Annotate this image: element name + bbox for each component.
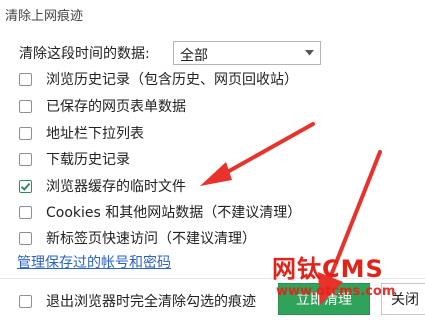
option-cache-files[interactable]: 浏览器缓存的临时文件 bbox=[19, 175, 186, 197]
option-checkbox[interactable] bbox=[19, 99, 32, 113]
footer-divider bbox=[0, 278, 425, 279]
option-form-data[interactable]: 已保存的网页表单数据 bbox=[19, 95, 186, 117]
manage-passwords-link[interactable]: 管理保存过的帐号和密码 bbox=[17, 252, 171, 272]
option-checkbox-checked[interactable] bbox=[19, 179, 32, 193]
option-label: 已保存的网页表单数据 bbox=[46, 99, 186, 115]
close-button-label: 关闭 bbox=[391, 292, 419, 308]
clear-now-button[interactable]: 立即清理 bbox=[278, 283, 370, 315]
option-label: 新标签页快速访问（不建议清理） bbox=[46, 231, 256, 247]
auto-clear-label: 退出浏览器时完全清除勾选的痕迹 bbox=[46, 294, 256, 310]
option-label: Cookies 和其他网站数据（不建议清理） bbox=[46, 205, 302, 221]
close-button[interactable]: 关闭 bbox=[381, 283, 425, 315]
option-new-tab-quick-access[interactable]: 新标签页快速访问（不建议清理） bbox=[19, 227, 256, 249]
option-checkbox[interactable] bbox=[19, 205, 32, 219]
option-address-bar-list[interactable]: 地址栏下拉列表 bbox=[19, 122, 144, 144]
option-download-history[interactable]: 下载历史记录 bbox=[19, 148, 130, 170]
option-checkbox[interactable] bbox=[19, 231, 32, 245]
option-browsing-history[interactable]: 浏览历史记录（包含历史、网页回收站） bbox=[19, 68, 298, 90]
checkmark-icon bbox=[20, 182, 31, 191]
clear-now-button-label: 立即清理 bbox=[296, 292, 352, 308]
time-range-label: 清除这段时间的数据: bbox=[19, 46, 150, 62]
option-checkbox[interactable] bbox=[19, 126, 32, 140]
option-label: 浏览历史记录（包含历史、网页回收站） bbox=[46, 72, 298, 88]
dialog-title: 清除上网痕迹 bbox=[5, 9, 84, 24]
time-range-selected-value: 全部 bbox=[180, 48, 208, 64]
time-range-row: 清除这段时间的数据: 全部 bbox=[19, 41, 321, 65]
option-checkbox[interactable] bbox=[19, 72, 32, 86]
option-label: 地址栏下拉列表 bbox=[46, 126, 144, 142]
option-cookies[interactable]: Cookies 和其他网站数据（不建议清理） bbox=[19, 201, 301, 223]
time-range-select[interactable]: 全部 bbox=[173, 41, 321, 65]
option-label: 下载历史记录 bbox=[46, 152, 130, 168]
auto-clear-on-exit-option[interactable]: 退出浏览器时完全清除勾选的痕迹 bbox=[19, 290, 256, 312]
auto-clear-checkbox[interactable] bbox=[19, 294, 32, 308]
option-checkbox[interactable] bbox=[19, 152, 32, 166]
annotation-arrow-to-cache-option bbox=[200, 122, 315, 186]
chevron-down-icon bbox=[298, 42, 320, 64]
option-label: 浏览器缓存的临时文件 bbox=[46, 179, 186, 195]
